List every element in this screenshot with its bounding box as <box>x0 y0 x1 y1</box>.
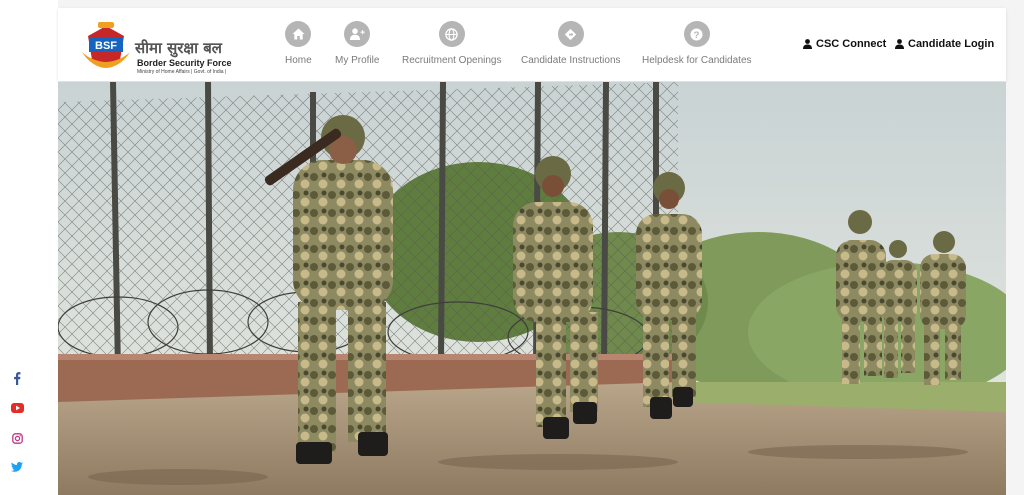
facebook-icon[interactable] <box>10 371 24 385</box>
home-icon <box>285 21 312 47</box>
brand-ministry-line: Ministry of Home Affairs | Govt. of Indi… <box>137 69 227 75</box>
candidate-login-label: Candidate Login <box>908 38 995 50</box>
emblem-text: BSF <box>95 40 117 52</box>
direction-sign-icon <box>557 21 584 47</box>
nav-home-label: Home <box>285 55 312 66</box>
nav-helpdesk[interactable]: ? Helpdesk for Candidates <box>642 21 752 66</box>
user-icon <box>803 39 812 49</box>
instagram-icon[interactable] <box>10 431 24 445</box>
social-sidebar <box>0 0 58 495</box>
nav-home[interactable]: Home <box>285 21 312 66</box>
user-icon <box>895 39 904 49</box>
candidate-login-link[interactable]: Candidate Login <box>895 38 994 50</box>
brand-english-name: Border Security Force <box>137 58 232 68</box>
hero-banner-image <box>58 82 1006 495</box>
bsf-logo[interactable]: BSF सीमा सुरक्षा बल Border Security Forc… <box>80 22 232 75</box>
user-plus-icon <box>344 21 371 47</box>
nav-my-profile[interactable]: My Profile <box>335 21 379 66</box>
top-header: BSF सीमा सुरक्षा बल Border Security Forc… <box>58 8 1006 81</box>
twitter-icon[interactable] <box>10 460 24 474</box>
csc-connect-link[interactable]: CSC Connect <box>803 38 886 50</box>
nav-my-profile-label: My Profile <box>335 55 380 66</box>
youtube-icon[interactable] <box>10 401 24 415</box>
bsf-emblem-icon: BSF <box>82 22 130 68</box>
nav-recruitment-openings[interactable]: Recruitment Openings <box>402 21 502 66</box>
nav-candidate-instructions-label: Candidate Instructions <box>521 55 621 66</box>
question-icon: ? <box>683 21 710 47</box>
soldiers-patrol-illustration <box>58 82 1006 495</box>
nav-candidate-instructions[interactable]: Candidate Instructions <box>521 21 621 66</box>
csc-connect-label: CSC Connect <box>816 38 887 50</box>
nav-helpdesk-label: Helpdesk for Candidates <box>642 55 752 66</box>
nav-recruitment-openings-label: Recruitment Openings <box>402 55 502 66</box>
brand-hindi-name: सीमा सुरक्षा बल <box>135 39 222 57</box>
globe-icon <box>438 21 465 47</box>
svg-text:?: ? <box>694 30 700 41</box>
